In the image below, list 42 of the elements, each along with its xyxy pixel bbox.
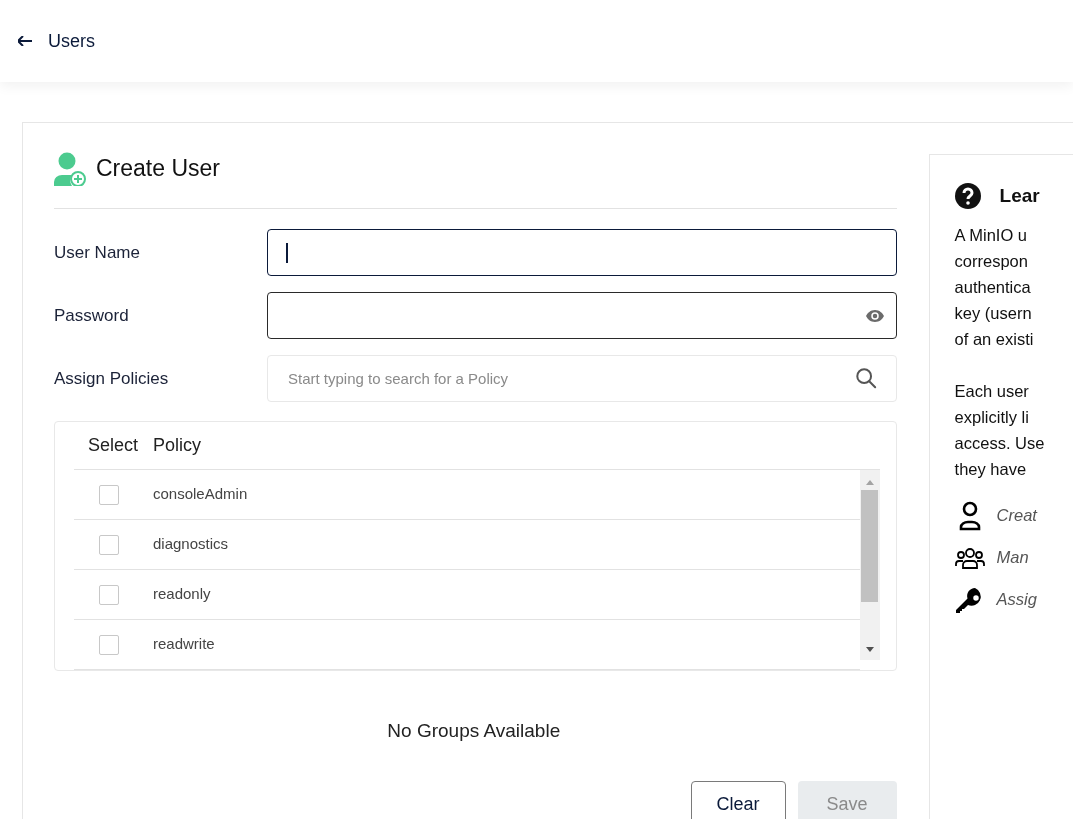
checkbox[interactable] bbox=[99, 584, 119, 605]
policy-name: readwrite bbox=[153, 634, 215, 655]
input-field[interactable] bbox=[267, 229, 897, 276]
back-arrow-icon[interactable] bbox=[18, 36, 32, 46]
scroll-down-icon[interactable] bbox=[865, 647, 874, 653]
help-text-line: they have bbox=[954, 458, 1028, 480]
empty-groups-message: No Groups Available bbox=[387, 719, 561, 743]
clear-button[interactable]: Clear bbox=[690, 780, 786, 819]
input-field[interactable] bbox=[267, 292, 897, 339]
help-link[interactable]: Man bbox=[996, 545, 1029, 570]
column-header: Policy bbox=[153, 434, 201, 457]
scrollbar[interactable] bbox=[859, 470, 880, 660]
policy-name: diagnostics bbox=[153, 534, 229, 555]
checkbox[interactable] bbox=[99, 484, 119, 505]
help-icon bbox=[954, 183, 981, 210]
help-text-line: A MinIO u bbox=[954, 224, 1028, 246]
checkbox[interactable] bbox=[99, 534, 119, 555]
help-text-line: correspon bbox=[954, 250, 1029, 272]
policy-name: consoleAdmin bbox=[153, 484, 248, 505]
help-link[interactable]: Assig bbox=[996, 587, 1037, 612]
eye-icon[interactable] bbox=[865, 309, 884, 322]
help-link[interactable]: Creat bbox=[996, 503, 1037, 528]
add-user-icon bbox=[54, 151, 86, 186]
field-label: Assign Policies bbox=[54, 367, 170, 390]
help-title: Lear bbox=[999, 184, 1040, 208]
field-label: User Name bbox=[54, 241, 141, 264]
search-field[interactable]: Start typing to search for a Policy bbox=[267, 355, 897, 402]
page-title: Users bbox=[48, 29, 95, 53]
column-header: Select bbox=[87, 434, 140, 457]
field-label: Password bbox=[54, 304, 130, 327]
policy-name: readonly bbox=[153, 584, 211, 605]
checkbox[interactable] bbox=[99, 634, 119, 655]
help-text-line: explicitly li bbox=[954, 406, 1030, 428]
help-text-line: Each user bbox=[954, 380, 1030, 402]
help-text-line: access. Use bbox=[954, 432, 1046, 454]
search-icon[interactable] bbox=[854, 367, 877, 389]
people-icon bbox=[954, 546, 985, 569]
form-title: Create User bbox=[96, 154, 220, 184]
help-text-line: authentica bbox=[954, 276, 1032, 298]
help-text-line: of an existi bbox=[954, 328, 1035, 350]
person-icon bbox=[958, 500, 981, 531]
help-text-line: key (usern bbox=[954, 302, 1033, 324]
